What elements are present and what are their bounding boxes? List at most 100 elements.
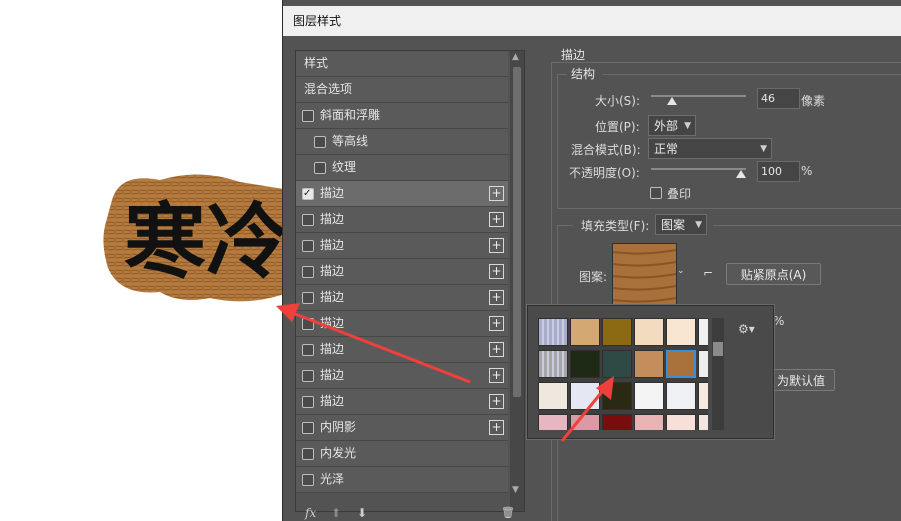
scroll-up-icon[interactable]: ▲ <box>512 52 519 62</box>
size-slider[interactable] <box>651 95 746 97</box>
scroll-down-icon[interactable]: ▼ <box>512 485 519 495</box>
style-item[interactable]: 描边 + <box>296 285 508 311</box>
style-checkbox[interactable] <box>302 214 314 226</box>
blend-mode-select[interactable]: 正常 ▼ <box>648 138 772 159</box>
fill-type-label: 填充类型(F): <box>581 219 650 233</box>
pattern-tile[interactable] <box>634 350 664 378</box>
style-checkbox[interactable] <box>302 266 314 278</box>
pattern-tile[interactable] <box>666 382 696 410</box>
style-item[interactable]: 描边 + <box>296 181 508 207</box>
chevron-down-icon: ▼ <box>760 144 767 154</box>
pattern-tile[interactable] <box>698 318 708 346</box>
picker-scroll-thumb[interactable] <box>713 342 723 356</box>
style-item[interactable]: 描边 + <box>296 311 508 337</box>
picker-scrollbar[interactable] <box>712 318 724 430</box>
style-item-label: 等高线 <box>332 134 369 148</box>
style-checkbox[interactable] <box>302 181 314 206</box>
opacity-input[interactable]: 100 <box>757 161 800 182</box>
style-checkbox[interactable] <box>302 448 314 460</box>
pattern-tile[interactable] <box>538 318 568 346</box>
style-checkbox[interactable] <box>302 396 314 408</box>
add-effect-icon[interactable]: + <box>489 342 504 357</box>
trash-icon[interactable]: 🗑 <box>501 506 515 519</box>
style-item[interactable]: 描边 + <box>296 363 508 389</box>
pattern-tile[interactable] <box>666 350 696 378</box>
style-item[interactable]: 内阴影 + <box>296 415 508 441</box>
style-checkbox[interactable] <box>302 370 314 382</box>
pattern-tile[interactable] <box>698 350 708 378</box>
add-effect-icon[interactable]: + <box>489 186 504 201</box>
style-item[interactable]: 描边 + <box>296 233 508 259</box>
pattern-tile[interactable] <box>570 350 600 378</box>
style-checkbox[interactable] <box>302 110 314 122</box>
style-item-label: 描边 <box>320 316 345 330</box>
style-checkbox[interactable] <box>302 422 314 434</box>
style-item[interactable]: 斜面和浮雕 <box>296 103 508 129</box>
add-effect-icon[interactable]: + <box>489 316 504 331</box>
scroll-thumb[interactable] <box>513 67 521 397</box>
pattern-tile[interactable] <box>602 318 632 346</box>
move-down-icon[interactable]: ⬇ <box>357 506 367 520</box>
pattern-tile[interactable] <box>634 318 664 346</box>
style-checkbox[interactable] <box>302 474 314 486</box>
new-preset-icon[interactable]: ⌐ <box>703 266 713 280</box>
pattern-tile[interactable] <box>666 414 696 430</box>
pattern-dropdown-icon[interactable]: ⌄ <box>677 266 685 276</box>
style-item[interactable]: 描边 + <box>296 259 508 285</box>
styles-header[interactable]: 样式 <box>296 51 508 77</box>
style-checkbox[interactable] <box>302 292 314 304</box>
style-checkbox[interactable] <box>314 162 326 174</box>
style-item[interactable]: 内发光 <box>296 441 508 467</box>
chevron-down-icon: ▼ <box>684 121 691 131</box>
position-select[interactable]: 外部 ▼ <box>648 115 696 136</box>
style-item[interactable]: 混合选项 <box>296 77 508 103</box>
pattern-tile[interactable] <box>698 414 708 430</box>
add-effect-icon[interactable]: + <box>489 238 504 253</box>
pattern-tile[interactable] <box>634 382 664 410</box>
pattern-tile[interactable] <box>602 382 632 410</box>
style-checkbox[interactable] <box>302 344 314 356</box>
pattern-tile[interactable] <box>602 350 632 378</box>
stroke-section-title: 描边 <box>561 48 586 62</box>
size-input[interactable]: 46 <box>757 88 800 109</box>
opacity-slider[interactable] <box>651 168 746 170</box>
style-item[interactable]: 纹理 <box>296 155 508 181</box>
pattern-tile[interactable] <box>698 382 708 410</box>
fx-icon[interactable]: fx <box>305 506 316 520</box>
add-effect-icon[interactable]: + <box>489 264 504 279</box>
add-effect-icon[interactable]: + <box>489 212 504 227</box>
pattern-tile[interactable] <box>538 382 568 410</box>
fill-type-select[interactable]: 图案 ▼ <box>655 214 707 235</box>
size-slider-knob[interactable] <box>666 97 677 105</box>
add-effect-icon[interactable]: + <box>489 394 504 409</box>
style-checkbox[interactable] <box>314 136 326 148</box>
style-item[interactable]: 光泽 <box>296 467 508 493</box>
pattern-tile[interactable] <box>570 382 600 410</box>
style-item[interactable]: 描边 + <box>296 207 508 233</box>
style-item[interactable]: 描边 + <box>296 389 508 415</box>
gear-icon[interactable]: ⚙▾ <box>738 322 755 336</box>
pattern-tile[interactable] <box>538 414 568 430</box>
opacity-unit: % <box>801 164 813 178</box>
move-up-icon[interactable]: ⬆ <box>331 506 341 520</box>
pattern-tile[interactable] <box>634 414 664 430</box>
add-effect-icon[interactable]: + <box>489 420 504 435</box>
styles-scrollbar[interactable]: ▲ ▼ <box>510 51 524 511</box>
opacity-slider-knob[interactable] <box>736 170 746 178</box>
add-effect-icon[interactable]: + <box>489 290 504 305</box>
style-checkbox[interactable] <box>302 318 314 330</box>
style-item[interactable]: 描边 + <box>296 337 508 363</box>
add-effect-icon[interactable]: + <box>489 368 504 383</box>
pattern-tile[interactable] <box>666 318 696 346</box>
overprint-checkbox[interactable] <box>650 187 662 199</box>
style-item[interactable]: 等高线 <box>296 129 508 155</box>
pattern-tile[interactable] <box>538 350 568 378</box>
snap-to-origin-button[interactable]: 贴紧原点(A) <box>726 263 821 285</box>
pattern-tile[interactable] <box>602 414 632 430</box>
pattern-tile[interactable] <box>570 414 600 430</box>
pattern-tile[interactable] <box>570 318 600 346</box>
style-item-label: 描边 <box>320 212 345 226</box>
style-checkbox[interactable] <box>302 240 314 252</box>
reset-to-default-button[interactable]: 为默认值 <box>767 369 835 391</box>
pattern-swatch[interactable] <box>612 243 677 308</box>
